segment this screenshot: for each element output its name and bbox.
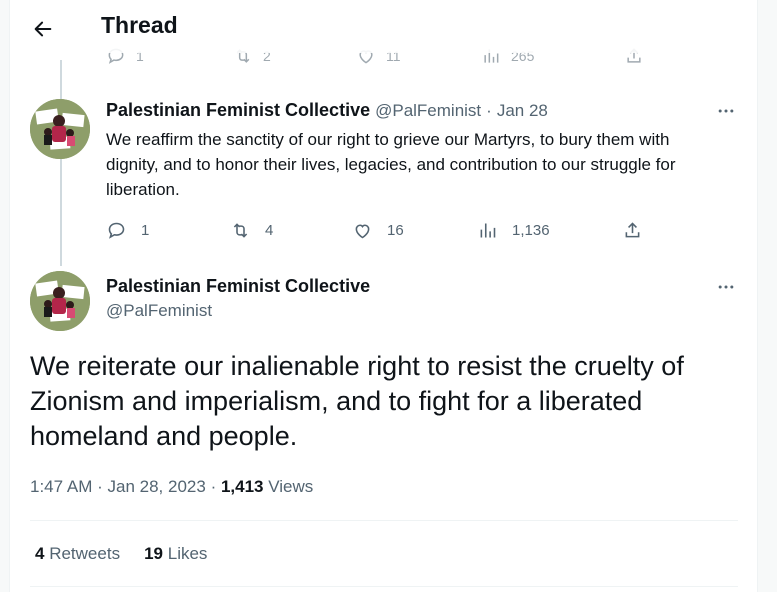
- meta-separator: ·: [97, 477, 103, 496]
- like-icon: [355, 223, 370, 238]
- main-more-button[interactable]: [711, 272, 741, 302]
- views-count: 1,136: [512, 221, 550, 239]
- thread-header: Thread: [10, 0, 757, 53]
- reply-more-button[interactable]: [711, 96, 741, 126]
- views-action[interactable]: 1,136: [477, 216, 550, 244]
- reply-date[interactable]: Jan 28: [497, 101, 548, 121]
- avatar-image: [30, 271, 90, 331]
- likes-label: Likes: [167, 544, 208, 563]
- retweets-stat[interactable]: 4 Retweets: [35, 544, 120, 564]
- meta-separator: ·: [210, 477, 217, 496]
- views-label: Views: [268, 477, 314, 496]
- views-total: 1,413: [220, 477, 264, 496]
- like-action[interactable]: 16: [352, 216, 404, 244]
- more-icon: [718, 109, 734, 113]
- reply-separator: ·: [486, 101, 492, 120]
- retweet-count: 4: [265, 221, 274, 239]
- reply-tweet-text: We reaffirm the sanctity of our right to…: [106, 130, 676, 199]
- tweet-time[interactable]: 1:47 AM: [30, 477, 92, 496]
- thread-page: 1 2 11 265 Thread Palestinian Feminist C…: [9, 0, 758, 592]
- tweet-stats: 4 Retweets 19 Likes: [35, 544, 207, 564]
- back-button[interactable]: [26, 12, 60, 46]
- views-icon: [480, 223, 496, 237]
- reply-avatar[interactable]: [30, 99, 90, 159]
- back-arrow-icon: [34, 21, 52, 37]
- avatar-image: [30, 99, 90, 159]
- retweet-action[interactable]: 4: [230, 216, 273, 244]
- reply-handle[interactable]: @PalFeminist: [375, 101, 481, 121]
- main-display-name[interactable]: Palestinian Feminist Collective: [106, 276, 370, 297]
- reply-display-name[interactable]: Palestinian Feminist Collective: [106, 100, 370, 121]
- page-title: Thread: [101, 12, 178, 38]
- main-tweet-text: We reiterate our inalienable right to re…: [30, 351, 684, 451]
- share-icon: [625, 221, 640, 237]
- likes-total: 19: [144, 544, 163, 563]
- share-action[interactable]: [622, 216, 643, 244]
- divider: [30, 520, 738, 521]
- likes-stat[interactable]: 19 Likes: [144, 544, 207, 564]
- retweet-icon: [233, 222, 248, 238]
- retweets-label: Retweets: [49, 544, 121, 563]
- tweet-meta: 1:47 AM · Jan 28, 2023 · 1,413 Views: [30, 477, 313, 497]
- reply-count: 1: [141, 221, 150, 239]
- thread-connector-line: [60, 60, 62, 266]
- main-avatar[interactable]: [30, 271, 90, 331]
- reply-tweet-header: Palestinian Feminist Collective @PalFemi…: [106, 100, 548, 121]
- retweets-total: 4: [35, 544, 45, 563]
- like-count: 16: [387, 221, 404, 239]
- tweet-date[interactable]: Jan 28, 2023: [108, 477, 206, 496]
- divider: [30, 586, 738, 587]
- more-icon: [718, 285, 734, 289]
- reply-tweet-actions: 1 4 16 1,136: [106, 216, 646, 244]
- reply-icon: [108, 222, 125, 239]
- reply-action[interactable]: 1: [106, 216, 149, 244]
- main-handle[interactable]: @PalFeminist: [106, 301, 212, 321]
